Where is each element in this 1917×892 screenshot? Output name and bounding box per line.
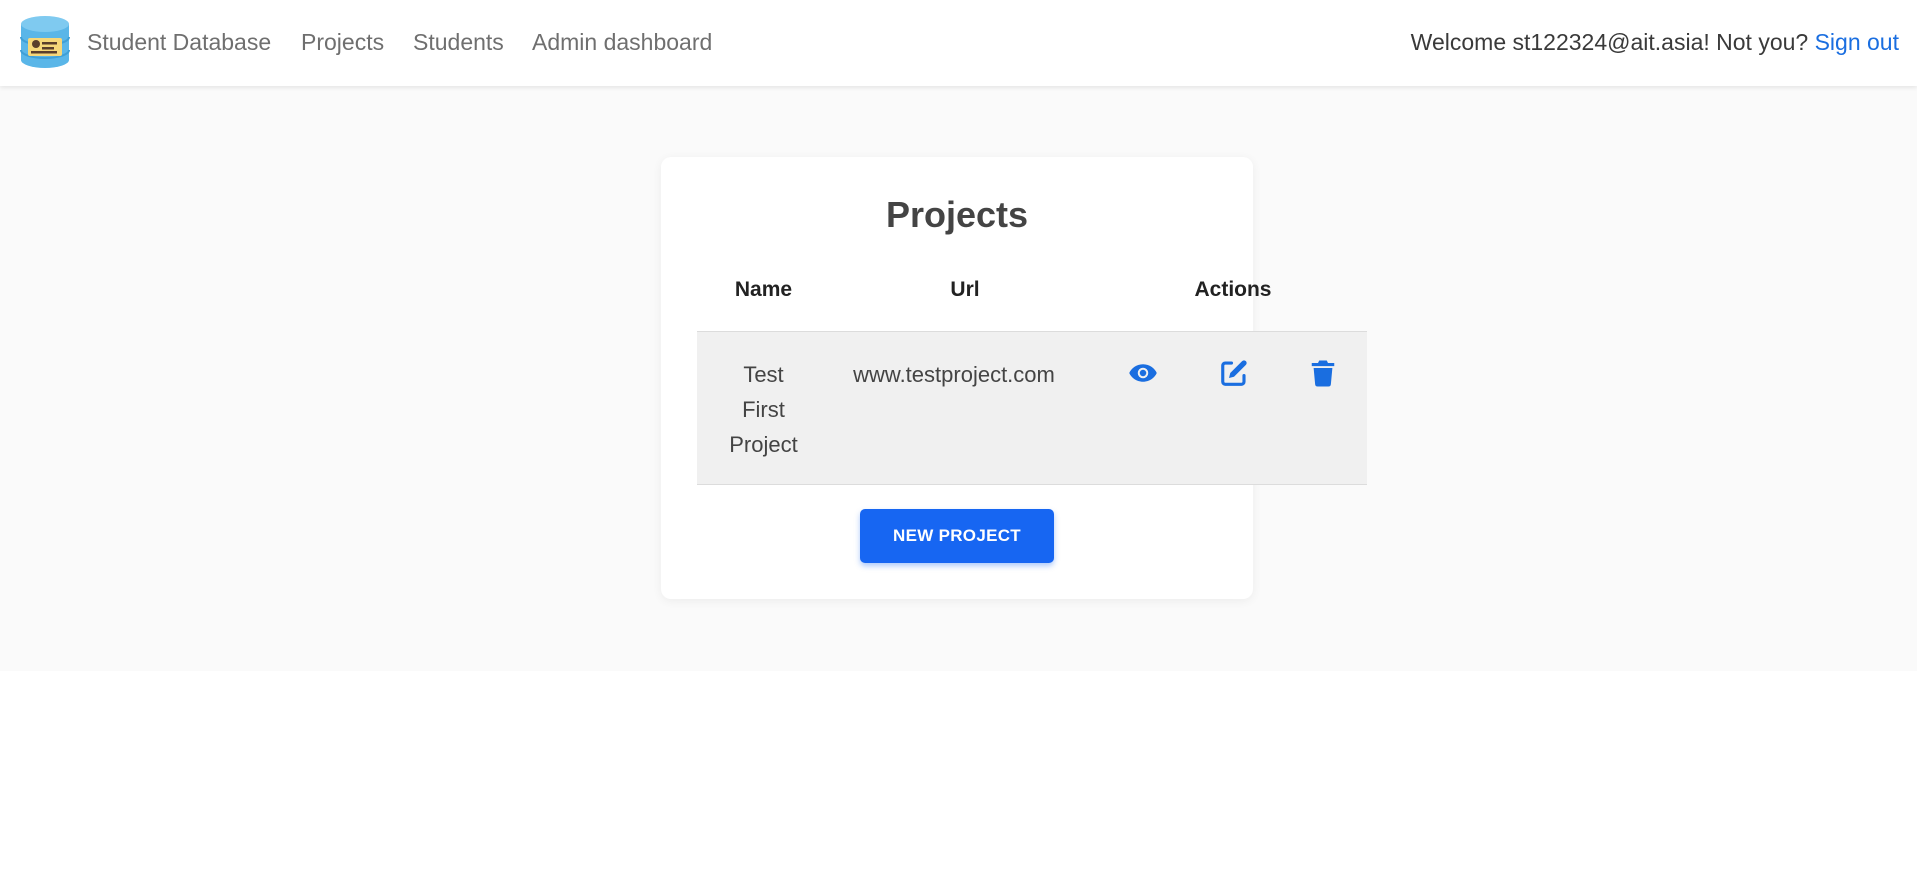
trash-icon[interactable] — [1308, 358, 1338, 388]
nav-link-students[interactable]: Students — [413, 29, 504, 56]
column-header-actions: Actions — [1194, 278, 1272, 301]
sign-out-link[interactable]: Sign out — [1815, 29, 1899, 55]
column-header-url: Url — [950, 278, 980, 301]
project-name-line: Project — [729, 432, 798, 457]
eye-icon[interactable] — [1128, 358, 1158, 388]
new-project-button[interactable]: NEW PROJECT — [860, 509, 1054, 563]
nav-brand-link[interactable]: Student Database — [87, 29, 271, 56]
welcome-message: Welcome st122324@ait.asia! Not you? Sign… — [1411, 29, 1899, 56]
welcome-text: Welcome st122324@ait.asia! Not you? — [1410, 29, 1809, 55]
database-logo-icon[interactable] — [19, 14, 71, 70]
project-name-line: First — [742, 397, 785, 422]
nav-link-projects[interactable]: Projects — [301, 29, 384, 56]
project-name-cell: Test First Project — [697, 357, 830, 462]
table-row: Test First Project www.testproject.com — [697, 331, 1367, 485]
project-url-cell: www.testproject.com — [853, 362, 1055, 387]
column-header-name: Name — [734, 278, 793, 301]
edit-icon[interactable] — [1219, 358, 1249, 388]
top-navbar: Student Database Projects Students Admin… — [0, 0, 1917, 86]
nav-link-admin-dashboard[interactable]: Admin dashboard — [532, 29, 712, 56]
project-name-line: Test — [743, 362, 784, 387]
page-title: Projects — [885, 194, 1029, 235]
